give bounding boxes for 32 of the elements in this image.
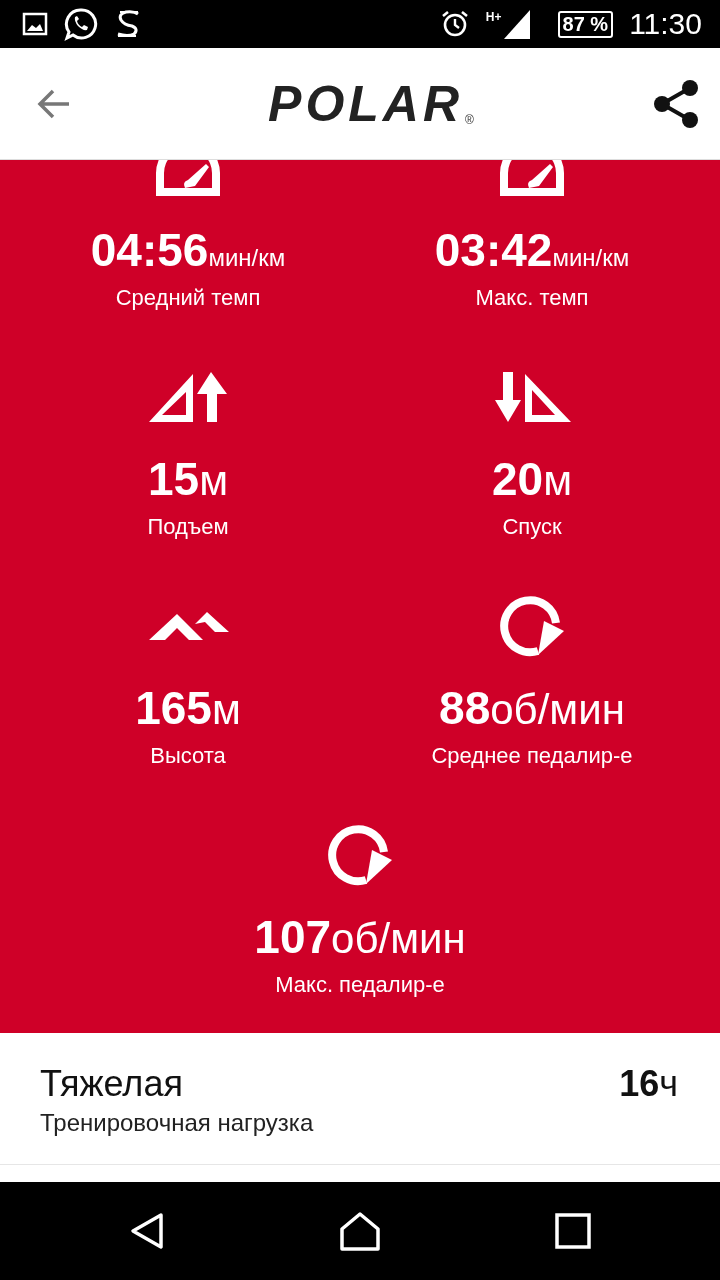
registered-mark: ® — [465, 112, 474, 127]
chat-bubble-icon — [64, 7, 98, 41]
stat-label: Подъем — [147, 513, 229, 541]
load-level: Тяжелая — [40, 1063, 184, 1105]
stat-label: Спуск — [502, 513, 562, 541]
stat-label: Макс. педалир-е — [275, 971, 445, 999]
mountains-icon — [147, 610, 229, 642]
clock-time: 11:30 — [629, 7, 702, 41]
stat-label: Макс. темп — [475, 284, 589, 312]
home-icon — [338, 1211, 382, 1251]
stat-label: Среднее педалир-е — [431, 742, 633, 770]
stat-value: 88об/мин — [439, 681, 625, 736]
stat-label: Средний темп — [115, 284, 261, 312]
signal-icon — [501, 8, 532, 40]
back-button[interactable] — [36, 87, 72, 120]
rotation-arrow-icon — [326, 822, 394, 888]
rotation-arrow-icon — [498, 593, 566, 659]
gallery-icon — [22, 12, 48, 36]
recovery-time: 16ч — [619, 1063, 678, 1105]
stat-value: 04:56мин/км — [90, 223, 286, 278]
stat-value: 15м — [147, 452, 228, 507]
stat-value: 20м — [491, 452, 572, 507]
network-type: H+ — [485, 10, 502, 24]
stat-label: Высота — [150, 742, 226, 770]
battery-level: 87 % — [557, 10, 614, 38]
stat-value: 107об/мин — [254, 910, 466, 965]
square-icon — [555, 1213, 592, 1249]
stat-value: 03:42мин/км — [434, 223, 630, 278]
load-label: Тренировочная нагрузка — [40, 1109, 314, 1137]
ascent-icon — [147, 370, 229, 424]
brand-logo: POLAR — [268, 74, 464, 133]
stat-value: 165м — [135, 681, 241, 736]
